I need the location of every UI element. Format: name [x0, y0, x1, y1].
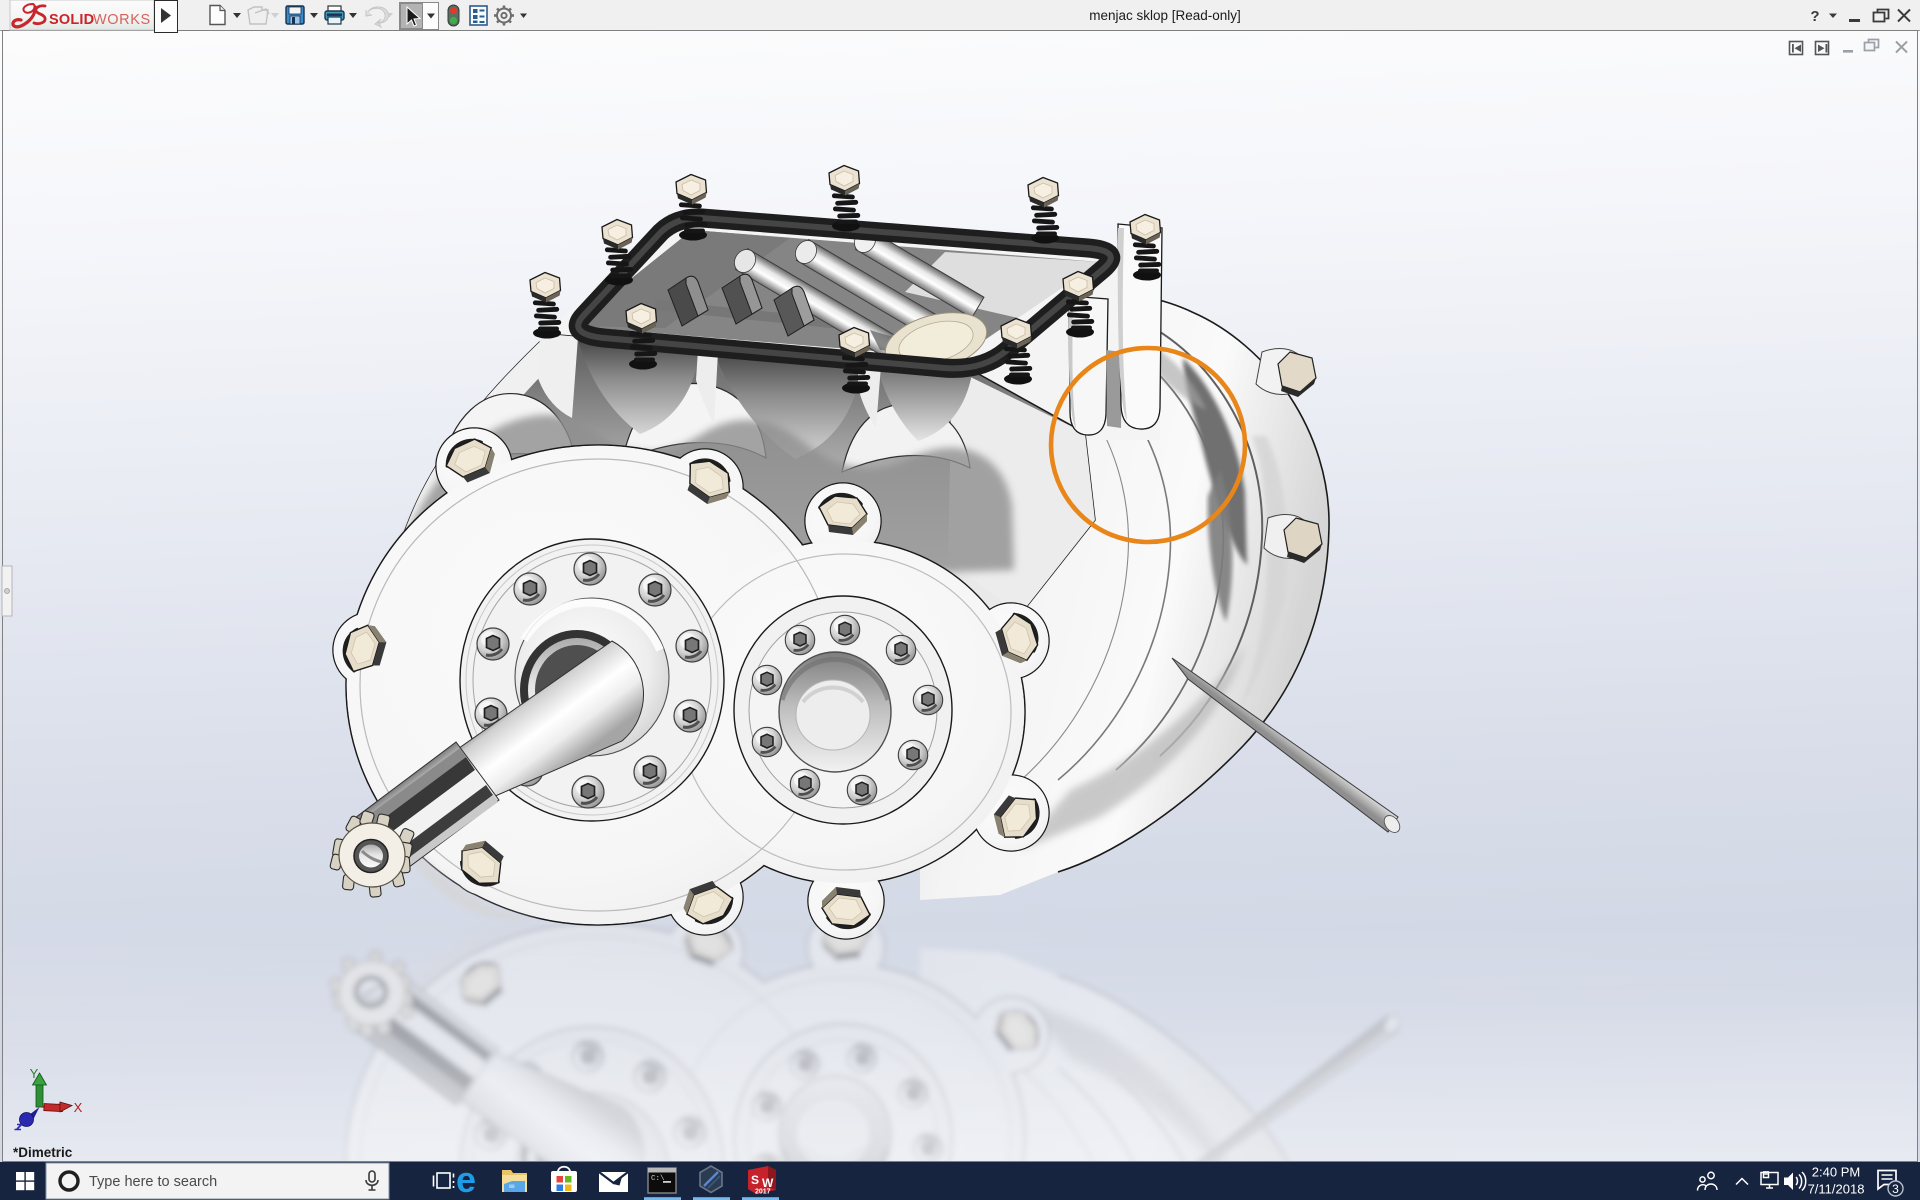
- svg-text:menjac sklop [Read-only]: menjac sklop [Read-only]: [1089, 8, 1241, 23]
- svg-text:C:\: C:\: [651, 1175, 665, 1183]
- svg-text:SOLID: SOLID: [49, 12, 94, 28]
- svg-text:*Dimetric: *Dimetric: [13, 1145, 73, 1160]
- svg-text:2:40 PM: 2:40 PM: [1812, 1165, 1860, 1180]
- svg-text:X: X: [74, 1100, 83, 1115]
- svg-text:3: 3: [1892, 1182, 1899, 1196]
- svg-text:2017: 2017: [755, 1189, 771, 1196]
- svg-text:S: S: [751, 1173, 759, 1187]
- svg-text:7/11/2018: 7/11/2018: [1808, 1182, 1865, 1197]
- svg-text:WORKS: WORKS: [93, 12, 151, 28]
- svg-text:Type here to search: Type here to search: [89, 1174, 217, 1190]
- svg-text:e: e: [456, 1159, 476, 1200]
- svg-text:?: ?: [1810, 8, 1819, 25]
